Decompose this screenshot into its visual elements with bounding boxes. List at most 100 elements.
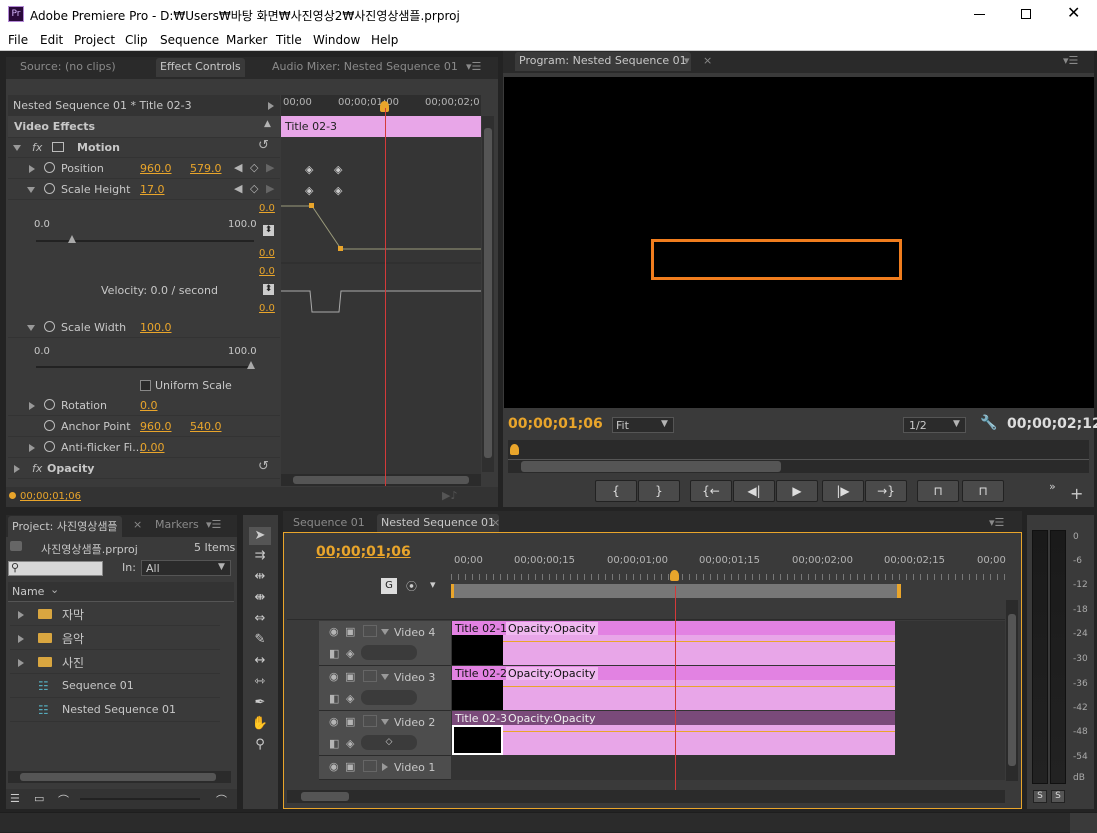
slide-tool-icon[interactable]: ⇿ xyxy=(249,673,271,691)
eye-icon[interactable]: ◉ xyxy=(329,670,339,683)
pen-tool-icon[interactable]: ✒ xyxy=(249,694,271,712)
zoom-slider[interactable] xyxy=(80,798,200,800)
timeline-timecode[interactable]: 00;00;01;06 xyxy=(316,544,411,560)
reset-icon[interactable]: ↺ xyxy=(258,138,269,153)
add-button-icon[interactable]: + xyxy=(1070,484,1083,503)
keyframe-icon[interactable]: ◈ xyxy=(346,647,354,660)
expand-track-icon[interactable] xyxy=(381,674,389,680)
list-item[interactable]: 음악 xyxy=(10,627,220,650)
reset-icon[interactable]: ↺ xyxy=(258,459,269,474)
target-box[interactable] xyxy=(363,760,377,772)
panel-menu-icon[interactable]: ▾☰ xyxy=(206,518,221,531)
track-header-video-2[interactable]: ◉ ▣ Video 2 ◧ ◈ ◇ xyxy=(319,711,451,756)
solo-left-button[interactable]: S xyxy=(1033,790,1047,803)
add-keyframe-icon[interactable]: ◇ xyxy=(250,182,258,195)
project-scrollbar[interactable] xyxy=(8,771,231,783)
track-header-video-4[interactable]: ◉ ▣ Video 4 ◧ ◈ xyxy=(319,621,451,666)
graph-toggle-icon[interactable]: ⬍ xyxy=(263,284,274,295)
panel-menu-icon[interactable]: ▾☰ xyxy=(466,60,481,73)
keyframe-nav[interactable] xyxy=(361,690,417,705)
more-controls-icon[interactable]: » xyxy=(1049,480,1056,493)
marker-icon[interactable]: ⦿ xyxy=(406,578,417,594)
expand-anti-flicker-icon[interactable] xyxy=(29,444,35,452)
stopwatch-icon[interactable] xyxy=(44,399,55,410)
panel-menu-icon[interactable]: ▾☰ xyxy=(989,516,1004,529)
play-button[interactable]: ▶ xyxy=(776,480,818,502)
uniform-scale-checkbox[interactable] xyxy=(140,380,151,391)
minimize-icon[interactable] xyxy=(974,14,985,15)
clip-title-02-3[interactable]: Title 02-3 Opacity:Opacity xyxy=(452,711,895,755)
expand-motion-icon[interactable] xyxy=(13,145,21,151)
next-keyframe-icon[interactable]: ▶ xyxy=(266,161,274,174)
expand-position-icon[interactable] xyxy=(29,165,35,173)
tab-effect-controls[interactable]: Effect Controls xyxy=(156,58,245,77)
stopwatch-icon[interactable] xyxy=(44,420,55,431)
program-playhead-icon[interactable] xyxy=(510,444,519,455)
program-tab-close-icon[interactable]: × xyxy=(703,54,712,67)
razor-tool-icon[interactable]: ✎ xyxy=(249,631,271,649)
scale-width-value[interactable]: 100.0 xyxy=(140,321,172,334)
scale-height-slider-thumb[interactable] xyxy=(68,235,76,243)
program-tab-menu-icon[interactable]: ▾ xyxy=(684,54,690,67)
ec-expand-icon[interactable] xyxy=(268,102,274,110)
program-mini-timeline[interactable] xyxy=(508,440,1089,460)
menu-sequence[interactable]: Sequence xyxy=(160,33,219,47)
program-viewer[interactable] xyxy=(504,77,1094,408)
play-audio-icon[interactable]: ▶♪ xyxy=(442,489,457,502)
keyframe-diamond-icon[interactable]: ◈ xyxy=(334,184,342,197)
project-tab-close-icon[interactable]: × xyxy=(133,518,142,531)
resize-grip[interactable] xyxy=(1070,813,1097,833)
keyframe-nav[interactable]: ◇ xyxy=(361,735,417,750)
lock-icon[interactable]: ▣ xyxy=(345,760,355,773)
icon-view-icon[interactable]: ▭ xyxy=(34,792,44,805)
fit-dropdown[interactable]: Fit ▼ xyxy=(612,417,674,433)
list-view-icon[interactable]: ☰ xyxy=(10,792,20,805)
stopwatch-icon[interactable] xyxy=(44,441,55,452)
ec-scrollbar[interactable] xyxy=(482,116,494,472)
tab-project[interactable]: Project: 사진영상샘플 xyxy=(8,516,122,538)
work-area-bar[interactable] xyxy=(451,584,901,598)
rotation-value[interactable]: 0.0 xyxy=(140,399,158,412)
keyframe-icon[interactable]: ◈ xyxy=(346,737,354,750)
scale-width-slider-track[interactable] xyxy=(36,366,254,368)
expand-opacity-icon[interactable] xyxy=(14,465,20,473)
clip-fx-menu[interactable]: Opacity:Opacity xyxy=(506,712,598,725)
add-keyframe-icon[interactable]: ◇ xyxy=(250,161,258,174)
anchor-x-value[interactable]: 960.0 xyxy=(140,420,172,433)
track-header-video-3[interactable]: ◉ ▣ Video 3 ◧ ◈ xyxy=(319,666,451,711)
maximize-icon[interactable] xyxy=(1021,9,1031,19)
list-item[interactable]: ☷ Nested Sequence 01 xyxy=(10,699,220,722)
clip-fx-menu[interactable]: Opacity:Opacity xyxy=(506,622,598,635)
timeline-v-scrollbar[interactable] xyxy=(1006,600,1018,781)
ec-timecode[interactable]: 00;00;01;06 xyxy=(20,491,81,502)
mark-in-button[interactable]: { xyxy=(595,480,637,502)
rate-stretch-tool-icon[interactable]: ⇔ xyxy=(249,610,271,628)
lock-icon[interactable]: ▣ xyxy=(345,625,355,638)
keyframe-diamond-icon[interactable]: ◈ xyxy=(334,163,342,176)
expand-track-icon[interactable] xyxy=(382,763,388,771)
selection-tool-icon[interactable]: ➤ xyxy=(249,527,271,545)
tab-source[interactable]: Source: (no clips) xyxy=(20,60,116,73)
program-current-timecode[interactable]: 00;00;01;06 xyxy=(508,416,603,432)
panel-menu-icon[interactable]: ▾☰ xyxy=(1063,54,1078,67)
display-style-icon[interactable]: ◧ xyxy=(329,647,339,660)
step-back-button[interactable]: ◀| xyxy=(733,480,775,502)
menu-file[interactable]: File xyxy=(8,33,28,47)
program-zoom-bar[interactable] xyxy=(508,460,1089,473)
eye-icon[interactable]: ◉ xyxy=(329,760,339,773)
menu-window[interactable]: Window xyxy=(313,33,360,47)
eye-icon[interactable]: ◉ xyxy=(329,625,339,638)
transform-icon[interactable] xyxy=(52,142,64,152)
clip-title-02-1[interactable]: Title 02-1 Opacity:Opacity xyxy=(452,621,895,665)
menu-help[interactable]: Help xyxy=(371,33,398,47)
tab-close-icon[interactable]: × xyxy=(491,516,500,529)
display-style-icon[interactable]: ◧ xyxy=(329,737,339,750)
lock-icon[interactable]: ▣ xyxy=(345,715,355,728)
mark-out-button[interactable]: } xyxy=(638,480,680,502)
timeline-ruler[interactable]: 00;00 00;00;00;15 00;00;01;00 00;00;01;1… xyxy=(451,552,1006,600)
slip-tool-icon[interactable]: ↔ xyxy=(249,652,271,670)
target-box[interactable] xyxy=(363,670,377,682)
stopwatch-icon[interactable] xyxy=(44,321,55,332)
menu-clip[interactable]: Clip xyxy=(125,33,148,47)
list-item[interactable]: 사진 xyxy=(10,651,220,674)
